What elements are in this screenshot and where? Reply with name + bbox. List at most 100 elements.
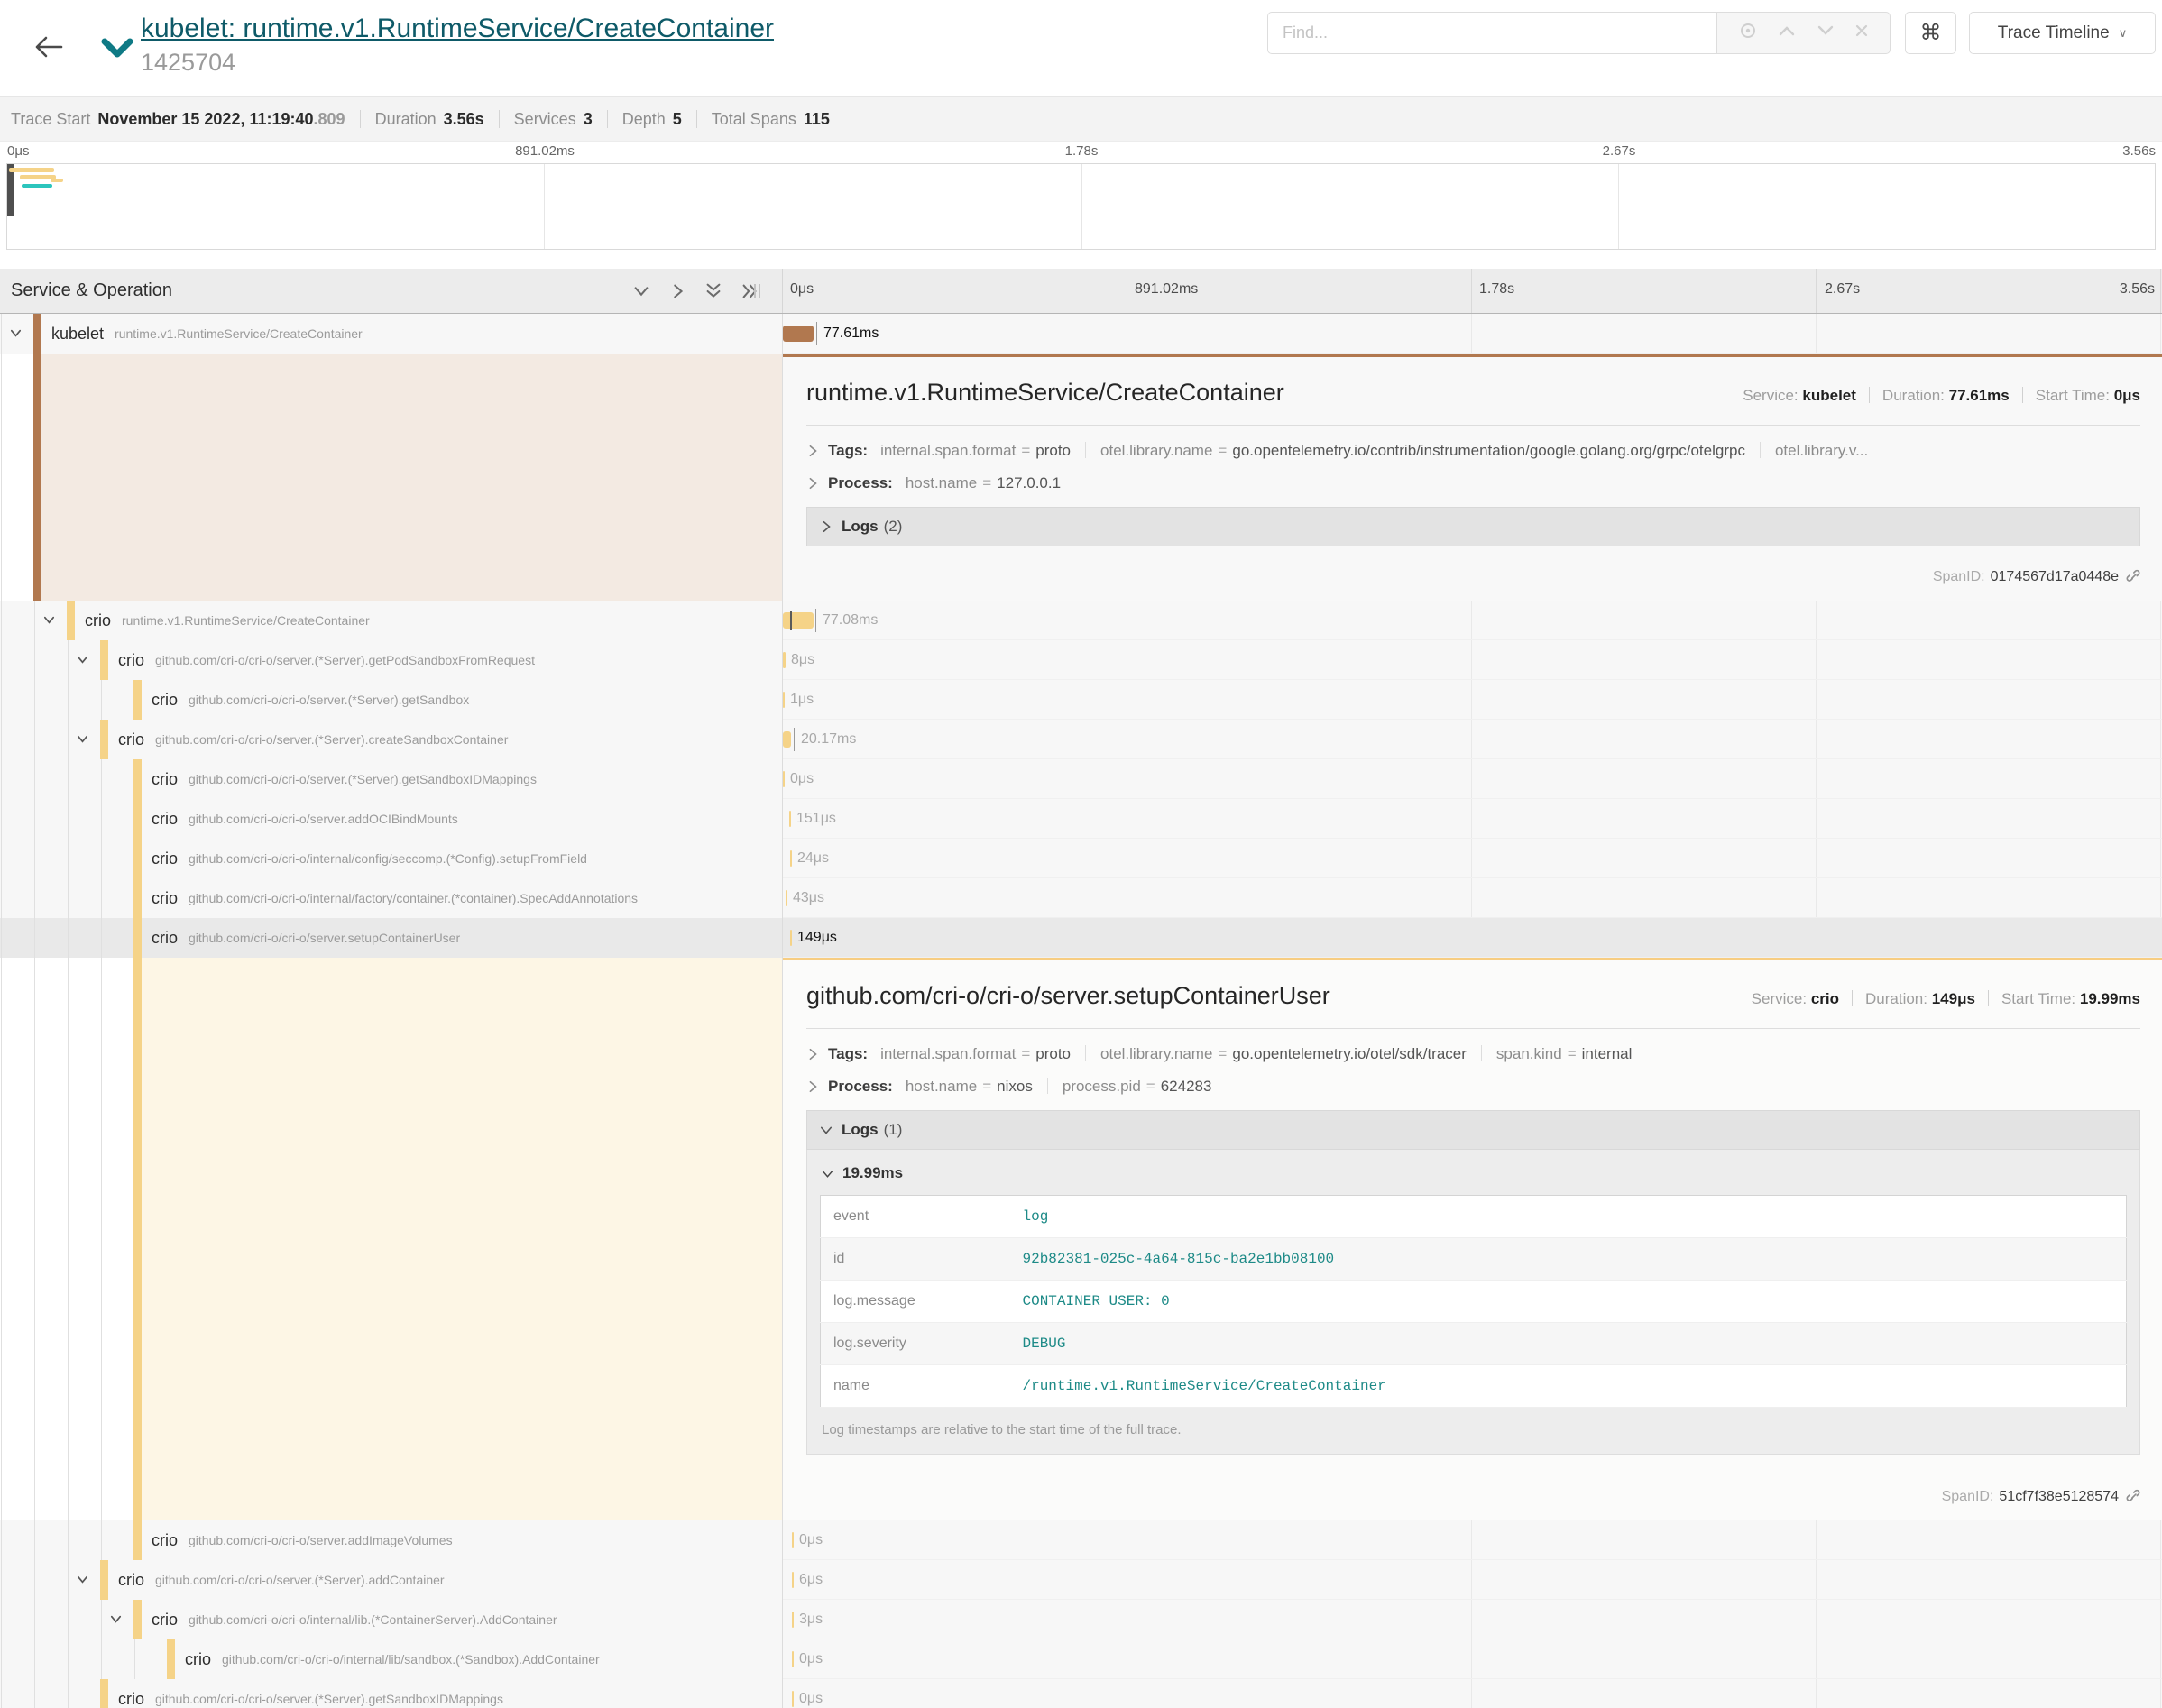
span-row[interactable]: criogithub.com/cri-o/cri-o/server.(*Serv…: [0, 1679, 2162, 1708]
collapse-children-chevron-icon[interactable]: [76, 653, 89, 666]
span-bar-cell[interactable]: 149μs: [783, 918, 2162, 958]
span-bar-cell[interactable]: 6μs: [783, 1560, 2162, 1600]
log-field-row: eventlog: [821, 1196, 2127, 1238]
clear-search-icon[interactable]: [1854, 23, 1869, 42]
indent-guide: [1, 1679, 2, 1708]
span-duration-bar[interactable]: [783, 692, 785, 708]
operation-name: github.com/cri-o/cri-o/server.addOCIBind…: [189, 812, 458, 826]
collapse-children-chevron-icon[interactable]: [76, 1573, 89, 1586]
span-bar-cell[interactable]: 0μs: [783, 1520, 2162, 1560]
trace-title-link[interactable]: kubelet: runtime.v1.RuntimeService/Creat…: [141, 14, 774, 43]
span-bar-cell[interactable]: 77.08ms: [783, 601, 2162, 640]
tags-accordion[interactable]: Tags: internal.span.format=protootel.lib…: [806, 1045, 2153, 1063]
service-color-stripe: [100, 1679, 108, 1708]
locate-icon[interactable]: [1738, 21, 1758, 45]
collapse-one-chevron-down-icon[interactable]: [631, 281, 651, 301]
span-row[interactable]: criogithub.com/cri-o/cri-o/internal/lib.…: [0, 1600, 2162, 1639]
prev-match-chevron-up-icon[interactable]: [1778, 24, 1796, 41]
service-name: crio: [152, 810, 178, 829]
copy-link-icon[interactable]: [2124, 568, 2142, 586]
back-button[interactable]: [0, 0, 97, 96]
span-duration-label: 0μs: [790, 759, 814, 799]
indent-guide: [68, 1560, 69, 1600]
span-bar-cell[interactable]: 24μs: [783, 839, 2162, 878]
find-input[interactable]: [1267, 12, 1716, 54]
span-bar-cell[interactable]: 0μs: [783, 1639, 2162, 1679]
span-bar-cell[interactable]: 20.17ms: [783, 720, 2162, 759]
span-duration-bar[interactable]: [792, 1532, 794, 1548]
span-row[interactable]: criogithub.com/cri-o/cri-o/server.(*Serv…: [0, 640, 2162, 680]
find-bar: [1267, 12, 1891, 54]
span-duration-bar[interactable]: [786, 890, 787, 906]
service-color-stripe: [167, 1639, 175, 1679]
indent-guide: [1, 918, 2, 958]
expand-one-chevron-right-icon[interactable]: [667, 281, 687, 301]
span-row[interactable]: criogithub.com/cri-o/cri-o/server.(*Serv…: [0, 759, 2162, 799]
collapse-all-double-chevron-down-icon[interactable]: [704, 281, 723, 301]
timeline-minimap[interactable]: [6, 163, 2156, 250]
indent-guide: [34, 680, 35, 720]
span-bar-cell[interactable]: 1μs: [783, 680, 2162, 720]
logs-accordion[interactable]: Logs (2): [806, 507, 2140, 546]
collapse-children-chevron-icon[interactable]: [76, 732, 89, 746]
span-duration-bar[interactable]: [783, 652, 786, 668]
span-bar-cell[interactable]: 3μs: [783, 1600, 2162, 1639]
indent-guide: [1, 680, 2, 720]
span-bar-cell[interactable]: 0μs: [783, 759, 2162, 799]
keyboard-shortcuts-button[interactable]: ⌘: [1905, 12, 1956, 54]
span-row[interactable]: criogithub.com/cri-o/cri-o/internal/fact…: [0, 878, 2162, 918]
span-bar-cell[interactable]: 8μs: [783, 640, 2162, 680]
span-row[interactable]: criogithub.com/cri-o/cri-o/internal/conf…: [0, 839, 2162, 878]
span-duration-bar[interactable]: [783, 731, 791, 748]
span-duration-bar[interactable]: [783, 326, 814, 342]
span-duration-bar[interactable]: [790, 850, 792, 867]
span-row[interactable]: criogithub.com/cri-o/cri-o/server.addIma…: [0, 1520, 2162, 1560]
collapse-children-chevron-icon[interactable]: [109, 1612, 123, 1626]
column-resizer-handle[interactable]: [754, 284, 760, 298]
operation-name: github.com/cri-o/cri-o/server.(*Server).…: [189, 693, 469, 707]
span-duration-bar[interactable]: [790, 930, 792, 946]
span-duration-bar[interactable]: [792, 1691, 794, 1707]
span-duration-bar[interactable]: [783, 771, 785, 787]
indent-guide: [1, 1639, 2, 1679]
span-bar-cell[interactable]: 151μs: [783, 799, 2162, 839]
next-match-chevron-down-icon[interactable]: [1817, 24, 1835, 41]
span-duration-bar[interactable]: [792, 1572, 794, 1588]
process-accordion[interactable]: Process: host.name=127.0.0.1: [806, 474, 2153, 492]
logs-accordion[interactable]: Logs (1): [806, 1110, 2140, 1150]
copy-link-icon[interactable]: [2124, 1488, 2142, 1506]
indent-guide: [34, 839, 35, 878]
log-field-key: id: [821, 1238, 1010, 1281]
log-field-row: name/runtime.v1.RuntimeService/CreateCon…: [821, 1365, 2127, 1408]
collapse-children-chevron-icon[interactable]: [9, 326, 23, 340]
span-row[interactable]: criogithub.com/cri-o/cri-o/internal/lib/…: [0, 1639, 2162, 1679]
span-row[interactable]: criogithub.com/cri-o/cri-o/server.(*Serv…: [0, 1560, 2162, 1600]
span-row[interactable]: criogithub.com/cri-o/cri-o/server.(*Serv…: [0, 720, 2162, 759]
span-bar-cell[interactable]: 43μs: [783, 878, 2162, 918]
process-accordion[interactable]: Process: host.name=nixosprocess.pid=6242…: [806, 1078, 2153, 1096]
span-duration-bar[interactable]: [792, 1612, 794, 1628]
log-entry-toggle[interactable]: 19.99ms: [822, 1164, 2127, 1182]
spacer: [0, 250, 2162, 269]
span-row[interactable]: criogithub.com/cri-o/cri-o/server.setupC…: [0, 918, 2162, 958]
tag-item: otel.library.name=go.opentelemetry.io/ot…: [1100, 1045, 1467, 1062]
span-bar-cell[interactable]: 0μs: [783, 1679, 2162, 1708]
collapse-children-chevron-icon[interactable]: [42, 613, 56, 627]
service-name: crio: [185, 1650, 211, 1669]
span-row[interactable]: kubeletruntime.v1.RuntimeService/CreateC…: [0, 314, 2162, 354]
span-row[interactable]: crio github.com/cri-o/cri-o/server.addOCI…: [0, 799, 2162, 839]
span-row[interactable]: crioruntime.v1.RuntimeService/CreateCont…: [0, 601, 2162, 640]
label-guide-tick: [816, 322, 817, 345]
trace-expander-chevron-icon[interactable]: [101, 38, 133, 64]
tags-accordion[interactable]: Tags: internal.span.format=protootel.lib…: [806, 442, 2153, 460]
log-field-row: log.messageCONTAINER USER: 0: [821, 1281, 2127, 1323]
span-duration-bar[interactable]: [783, 612, 814, 629]
span-duration-bar[interactable]: [789, 811, 791, 827]
trace-view-selector[interactable]: Trace Timeline ∨: [1969, 12, 2156, 54]
service-color-stripe: [133, 680, 142, 720]
span-row[interactable]: criogithub.com/cri-o/cri-o/server.(*Serv…: [0, 680, 2162, 720]
span-duration-bar[interactable]: [792, 1651, 794, 1667]
span-bar-cell[interactable]: 77.61ms: [783, 314, 2162, 354]
span-name-cell: criogithub.com/cri-o/cri-o/server.(*Serv…: [0, 640, 783, 680]
service-name: crio: [118, 1690, 144, 1708]
